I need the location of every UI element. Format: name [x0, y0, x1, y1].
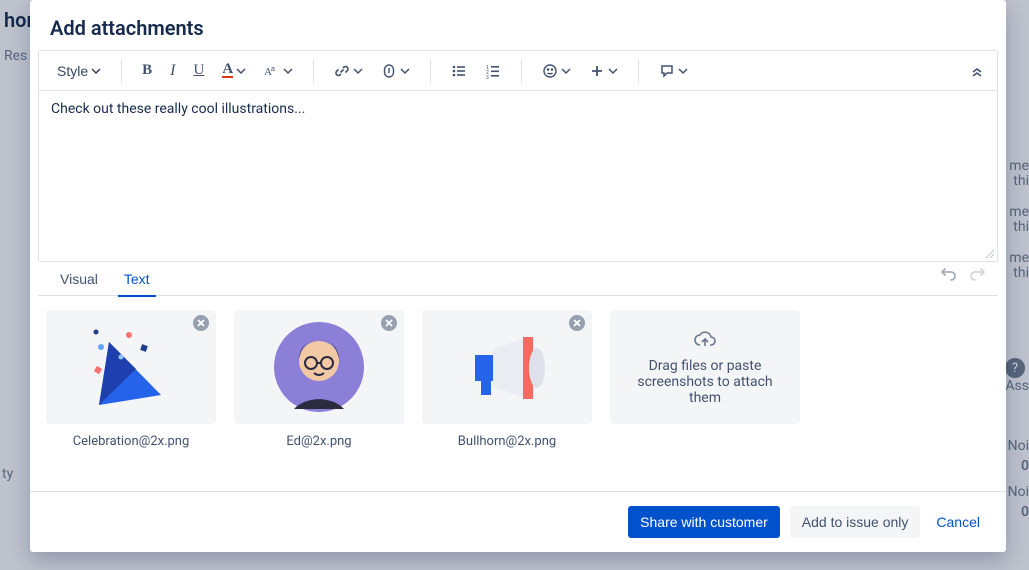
chevron-down-icon [283, 63, 293, 79]
cancel-button[interactable]: Cancel [930, 506, 986, 538]
text-color-button[interactable]: A [216, 56, 252, 86]
bold-button[interactable]: B [136, 56, 158, 86]
remove-attachment-button[interactable] [568, 314, 586, 332]
editor-content: Check out these really cool illustration… [51, 101, 305, 117]
underline-icon: U [193, 62, 204, 79]
italic-button[interactable]: I [164, 56, 181, 86]
undo-icon[interactable] [940, 266, 958, 284]
paperclip-icon [381, 63, 397, 79]
italic-icon: I [170, 62, 175, 80]
plus-icon [589, 63, 605, 79]
text-color-icon: A [222, 63, 233, 78]
attachment-card[interactable]: Bullhorn@2x.png [422, 310, 592, 449]
chevron-down-icon [608, 63, 618, 79]
attachment-card[interactable]: Celebration@2x.png [46, 310, 216, 449]
canned-response-button[interactable] [653, 56, 694, 86]
attachment-filename: Bullhorn@2x.png [458, 434, 556, 449]
attachment-card[interactable]: Ed@2x.png [234, 310, 404, 449]
numbered-list-button[interactable]: 123 [479, 56, 507, 86]
bullet-list-icon [451, 63, 467, 79]
attachment-thumbnail [234, 310, 404, 424]
style-dropdown[interactable]: Style [51, 56, 107, 86]
bullet-list-button[interactable] [445, 56, 473, 86]
editor-tabs: Visual Text [38, 262, 998, 296]
dropzone-text: Drag files or paste screenshots to attac… [628, 358, 782, 406]
attachment-filename: Celebration@2x.png [73, 434, 190, 449]
attachment-filename: Ed@2x.png [286, 434, 351, 449]
bold-icon: B [142, 62, 152, 79]
chevron-down-icon [353, 63, 363, 79]
insert-button[interactable] [583, 56, 624, 86]
celebration-illustration [81, 317, 181, 417]
attachment-thumbnail [46, 310, 216, 424]
remove-attachment-button[interactable] [380, 314, 398, 332]
modal-title: Add attachments [50, 16, 986, 40]
avatar-illustration [269, 317, 369, 417]
editor-toolbar: Style B I U A Aa [39, 51, 997, 91]
speech-bubble-icon [659, 63, 675, 79]
attachments-list: Celebration@2x.png Ed@2x.png [30, 296, 1006, 455]
redo-icon[interactable] [968, 266, 986, 284]
tab-visual[interactable]: Visual [54, 265, 104, 297]
tab-text[interactable]: Text [118, 265, 156, 297]
add-to-issue-only-button[interactable]: Add to issue only [790, 506, 921, 538]
link-button[interactable] [328, 56, 369, 86]
editor: Style B I U A Aa [38, 50, 998, 262]
collapse-toolbar-button[interactable] [963, 56, 991, 86]
modal-header: Add attachments [30, 0, 1006, 50]
style-label: Style [57, 63, 88, 79]
upload-cloud-icon [693, 328, 717, 352]
chevron-down-icon [236, 63, 246, 79]
chevron-down-icon [561, 63, 571, 79]
chevron-down-icon [400, 63, 410, 79]
add-attachments-modal: Add attachments Style B I U A Aa [30, 0, 1006, 552]
numbered-list-icon: 123 [485, 63, 501, 79]
bullhorn-illustration [457, 317, 557, 417]
double-chevron-up-icon [969, 63, 985, 79]
more-formatting-button[interactable]: Aa [258, 56, 299, 86]
attachment-button[interactable] [375, 56, 416, 86]
attachment-thumbnail [422, 310, 592, 424]
underline-button[interactable]: U [187, 56, 210, 86]
more-formatting-icon: Aa [264, 63, 280, 79]
emoji-button[interactable] [536, 56, 577, 86]
dropzone[interactable]: Drag files or paste screenshots to attac… [610, 310, 800, 424]
remove-attachment-button[interactable] [192, 314, 210, 332]
editor-textarea[interactable]: Check out these really cool illustration… [39, 91, 997, 261]
chevron-down-icon [91, 63, 101, 79]
resize-handle[interactable] [983, 247, 995, 259]
modal-footer: Share with customer Add to issue only Ca… [30, 491, 1006, 552]
emoji-icon [542, 63, 558, 79]
svg-text:3: 3 [486, 75, 489, 79]
chevron-down-icon [678, 63, 688, 79]
svg-text:a: a [271, 66, 275, 73]
link-icon [334, 63, 350, 79]
share-with-customer-button[interactable]: Share with customer [628, 506, 780, 538]
